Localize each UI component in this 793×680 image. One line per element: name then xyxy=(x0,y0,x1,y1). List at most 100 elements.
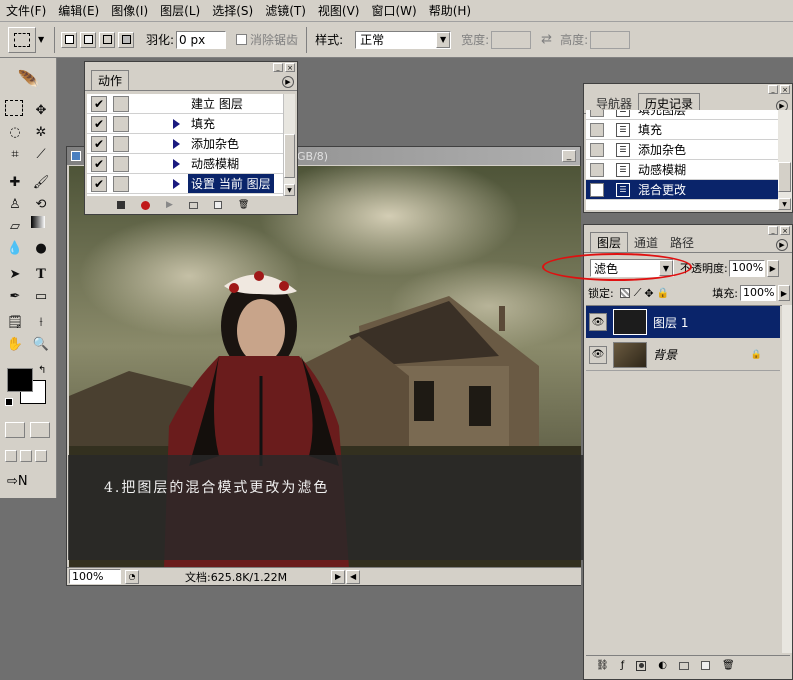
menu-view[interactable]: 视图(V) xyxy=(312,2,366,19)
history-snapshot-box[interactable] xyxy=(590,110,604,117)
add-selection-icon[interactable] xyxy=(80,31,96,48)
height-input[interactable] xyxy=(590,30,631,49)
history-snapshot-box[interactable] xyxy=(590,162,604,177)
dialog-toggle-checkbox[interactable] xyxy=(113,115,129,132)
scroll-down-icon[interactable]: ▼ xyxy=(284,184,295,196)
panel-menu-icon[interactable]: ▶ xyxy=(776,239,788,251)
tab-layers[interactable]: 图层 xyxy=(590,232,629,252)
chevron-down-icon[interactable]: ▼ xyxy=(38,35,48,44)
zoom-field[interactable]: 100% xyxy=(69,569,121,584)
expand-triangle-icon[interactable] xyxy=(173,158,180,169)
record-icon[interactable] xyxy=(141,200,150,210)
dodge-tool-icon[interactable]: ● xyxy=(31,238,51,258)
width-input[interactable] xyxy=(491,30,532,49)
layer-style-icon[interactable]: ƒ xyxy=(621,660,625,671)
panel-menu-icon[interactable]: ▶ xyxy=(282,76,294,88)
tool-preset-button[interactable] xyxy=(8,26,36,53)
scroll-left-icon[interactable]: ◀ xyxy=(346,569,361,584)
feather-input[interactable] xyxy=(176,30,227,49)
play-icon[interactable]: ▶ xyxy=(166,200,173,210)
lock-transparency-icon[interactable] xyxy=(619,288,630,298)
lasso-tool-icon[interactable]: ◌ xyxy=(5,122,25,142)
hand-tool-icon[interactable]: ✋ xyxy=(5,334,25,354)
gradient-tool-icon[interactable] xyxy=(31,216,45,228)
shape-tool-icon[interactable]: ▭ xyxy=(31,286,51,306)
action-item[interactable]: ✔ 动感模糊 xyxy=(87,154,283,174)
opacity-slider-icon[interactable]: ▶ xyxy=(766,259,779,277)
opacity-input[interactable]: 100% xyxy=(728,259,765,277)
minimize-icon[interactable]: _ xyxy=(562,150,576,162)
blur-tool-icon[interactable]: 💧 xyxy=(5,238,25,258)
minimize-icon[interactable]: _ xyxy=(768,226,778,235)
expand-triangle-icon[interactable] xyxy=(173,178,180,189)
scroll-thumb[interactable] xyxy=(778,162,791,192)
close-icon[interactable]: × xyxy=(780,226,790,235)
action-item[interactable]: ✔ 设置 当前 图层 xyxy=(87,174,283,194)
move-tool-icon[interactable]: ✥ xyxy=(31,100,51,120)
intersect-selection-icon[interactable] xyxy=(118,31,134,48)
tab-channels[interactable]: 通道 xyxy=(628,233,664,252)
new-group-icon[interactable] xyxy=(678,661,689,670)
menu-layer[interactable]: 图层(L) xyxy=(154,2,206,19)
new-set-icon[interactable] xyxy=(188,201,198,209)
action-toggle-checkbox[interactable]: ✔ xyxy=(91,155,107,172)
path-select-icon[interactable]: ➤ xyxy=(5,264,25,284)
history-state[interactable]: ☰ 填充图层 xyxy=(586,110,778,120)
action-toggle-checkbox[interactable]: ✔ xyxy=(91,95,107,112)
dialog-toggle-checkbox[interactable] xyxy=(113,135,129,152)
scroll-thumb[interactable] xyxy=(284,134,295,178)
menu-file[interactable]: 文件(F) xyxy=(0,2,52,19)
fill-slider-icon[interactable]: ▶ xyxy=(778,285,790,301)
layers-scrollbar[interactable] xyxy=(782,305,792,653)
history-snapshot-box[interactable] xyxy=(590,142,604,157)
healing-brush-icon[interactable]: ✚ xyxy=(5,172,25,192)
menu-select[interactable]: 选择(S) xyxy=(206,2,259,19)
type-tool-icon[interactable]: T xyxy=(31,264,51,284)
history-brush-icon[interactable]: ⟲ xyxy=(31,194,51,214)
menu-help[interactable]: 帮助(H) xyxy=(423,2,477,19)
new-layer-icon[interactable] xyxy=(700,661,710,670)
lock-move-icon[interactable]: ✥ xyxy=(644,287,653,300)
menu-filter[interactable]: 滤镜(T) xyxy=(259,2,312,19)
pen-tool-icon[interactable]: ✒ xyxy=(5,286,25,306)
menu-image[interactable]: 图像(I) xyxy=(105,2,154,19)
stop-icon[interactable] xyxy=(117,201,125,209)
menu-edit[interactable]: 编辑(E) xyxy=(52,2,105,19)
expand-triangle-icon[interactable] xyxy=(173,138,180,149)
history-state[interactable]: ☰ 添加杂色 xyxy=(586,140,778,160)
layer-row-1[interactable]: 👁 图层 1 xyxy=(586,306,780,338)
zoom-tool-icon[interactable]: 🔍 xyxy=(31,334,51,354)
crop-tool-icon[interactable]: ⌗ xyxy=(5,144,25,164)
close-icon[interactable]: × xyxy=(285,63,295,72)
tab-paths[interactable]: 路径 xyxy=(664,233,700,252)
expand-triangle-icon[interactable] xyxy=(173,118,180,129)
history-scrollbar[interactable]: ▼ xyxy=(778,110,792,210)
action-item[interactable]: ✔ 建立 图层 xyxy=(87,94,283,114)
magic-wand-icon[interactable]: ✲ xyxy=(31,122,51,142)
new-selection-icon[interactable] xyxy=(61,31,77,48)
dialog-toggle-checkbox[interactable] xyxy=(113,95,129,112)
new-action-icon[interactable] xyxy=(213,201,222,209)
stamp-tool-icon[interactable]: ♙ xyxy=(5,194,25,214)
action-toggle-checkbox[interactable]: ✔ xyxy=(91,115,107,132)
jump-to-imageready-icon[interactable]: ⇨N xyxy=(7,474,28,489)
action-item[interactable]: ✔ 添加杂色 xyxy=(87,134,283,154)
history-snapshot-box[interactable] xyxy=(590,122,604,137)
status-menu-icon[interactable]: ◔ xyxy=(125,569,139,584)
notes-tool-icon[interactable]: 🗒 xyxy=(5,312,25,332)
close-icon[interactable]: × xyxy=(780,85,790,94)
minimize-icon[interactable]: _ xyxy=(273,63,283,72)
quickmask-mode-icon[interactable] xyxy=(30,422,50,438)
lock-all-icon[interactable]: 🔒 xyxy=(657,288,669,299)
link-layers-icon[interactable]: ⛓ xyxy=(596,660,609,671)
standard-mode-icon[interactable] xyxy=(5,422,25,438)
screen-mode-full-icon[interactable] xyxy=(35,450,47,462)
adjustment-layer-icon[interactable]: ◐ xyxy=(658,660,667,671)
dialog-toggle-checkbox[interactable] xyxy=(113,175,129,192)
tab-actions[interactable]: 动作 xyxy=(91,70,130,90)
eye-icon[interactable]: 👁 xyxy=(589,345,607,364)
scroll-down-icon[interactable]: ▼ xyxy=(778,198,791,210)
screen-mode-standard-icon[interactable] xyxy=(5,450,17,462)
actions-scrollbar[interactable]: ▼ xyxy=(283,94,295,196)
antialias-checkbox[interactable] xyxy=(236,34,248,45)
